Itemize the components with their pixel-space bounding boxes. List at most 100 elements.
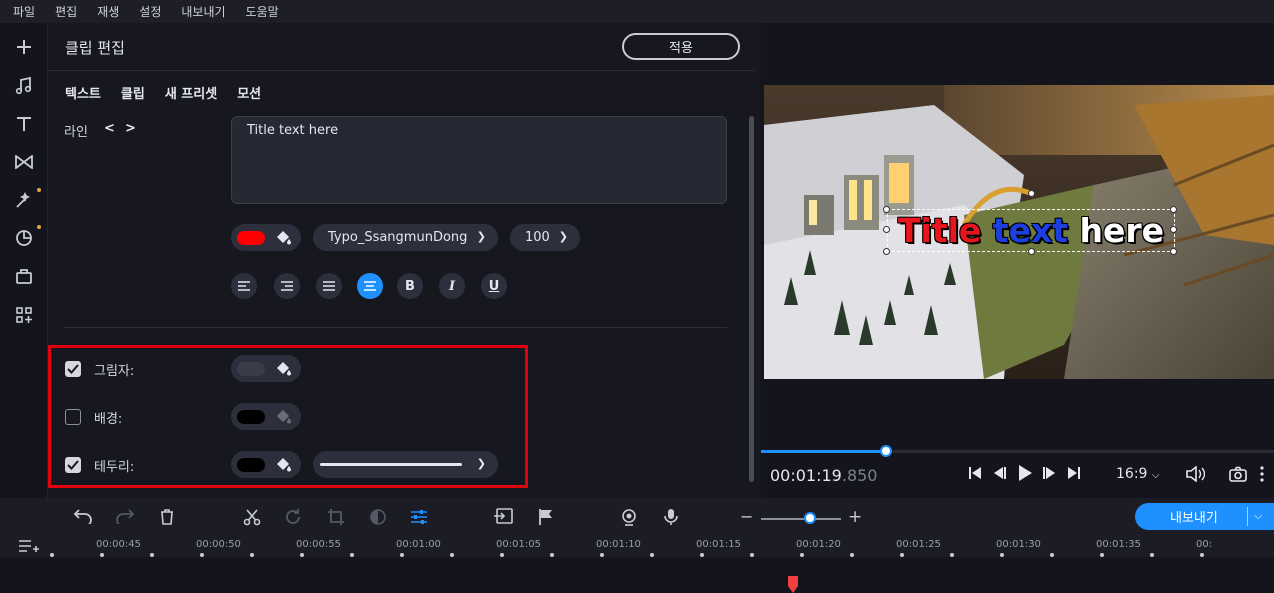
zoom-slider[interactable]: [761, 518, 841, 520]
clip-properties-button[interactable]: [410, 508, 428, 530]
ruler-tick-dot: [850, 553, 854, 557]
align-left-button[interactable]: [231, 273, 257, 299]
record-audio-button[interactable]: [664, 508, 678, 530]
tab-text[interactable]: 텍스트: [65, 83, 101, 102]
zoom-slider-knob[interactable]: [804, 512, 816, 524]
ruler-tick-dot: [350, 553, 354, 557]
ruler-tick-dot: [1100, 553, 1104, 557]
bold-button[interactable]: B: [397, 273, 423, 299]
ruler-tick-dot: [900, 553, 904, 557]
resize-handle[interactable]: [1170, 226, 1177, 233]
next-frame-button[interactable]: [1043, 466, 1057, 484]
tab-clip[interactable]: 클립: [121, 83, 145, 102]
menu-help[interactable]: 도움말: [246, 3, 279, 20]
prev-frame-button[interactable]: [992, 466, 1006, 484]
timecode-ms: .850: [841, 466, 878, 485]
apply-button[interactable]: 적용: [622, 33, 740, 60]
color-adjust-button[interactable]: [369, 508, 387, 530]
zoom-out-button[interactable]: −: [740, 507, 753, 526]
tab-motion[interactable]: 모션: [237, 83, 261, 102]
align-right-button[interactable]: [274, 273, 300, 299]
line-next-button[interactable]: >: [125, 121, 136, 136]
aspect-ratio-dropdown[interactable]: 16:9 ⌵: [1116, 466, 1160, 482]
stickers-icon[interactable]: [14, 228, 34, 248]
shadow-checkbox[interactable]: [65, 361, 81, 377]
menu-edit[interactable]: 편집: [55, 3, 77, 20]
border-label: 테두리:: [94, 460, 135, 475]
snapshot-button[interactable]: [1229, 466, 1247, 486]
more-vertical-icon: [1260, 466, 1264, 482]
camera-icon: [1229, 466, 1247, 482]
align-center-icon: [364, 281, 376, 291]
zoom-in-button[interactable]: +: [848, 507, 862, 527]
border-color-picker[interactable]: [231, 451, 301, 478]
progress-knob[interactable]: [880, 445, 892, 457]
more-icon[interactable]: [14, 305, 34, 325]
contrast-icon: [370, 509, 386, 525]
align-center-button[interactable]: [357, 273, 383, 299]
ruler-tick-dot: [600, 553, 604, 557]
menu-settings[interactable]: 설정: [139, 3, 161, 20]
playhead-marker[interactable]: [788, 576, 798, 593]
shadow-color-picker[interactable]: [231, 355, 301, 382]
paint-bucket-icon: [277, 458, 291, 472]
menu-playback[interactable]: 재생: [97, 3, 119, 20]
chevron-down-icon: ⌵: [1151, 470, 1160, 481]
font-size-dropdown[interactable]: 100 ❯: [510, 224, 580, 251]
volume-button[interactable]: [1185, 465, 1206, 486]
add-track-button[interactable]: [18, 538, 40, 558]
text-icon[interactable]: [14, 114, 34, 134]
marker-button[interactable]: [538, 508, 554, 530]
delete-button[interactable]: [159, 508, 175, 530]
transitions-icon[interactable]: [14, 152, 34, 172]
rotate-button[interactable]: [284, 508, 302, 530]
redo-button[interactable]: [115, 508, 135, 528]
resize-handle[interactable]: [1170, 248, 1177, 255]
align-justify-button[interactable]: [316, 273, 342, 299]
record-webcam-button[interactable]: [620, 508, 638, 530]
rotate-handle[interactable]: [1028, 190, 1035, 197]
playback-progress[interactable]: [761, 445, 1274, 457]
ruler-tick-dot: [1050, 553, 1054, 557]
music-icon[interactable]: [14, 76, 34, 96]
play-button[interactable]: [1017, 464, 1033, 486]
italic-button[interactable]: I: [439, 273, 465, 299]
resize-handle[interactable]: [1170, 206, 1177, 213]
export-button[interactable]: 내보내기 ⌵: [1135, 503, 1274, 530]
font-family-dropdown[interactable]: Typo_SsangmunDong ❯: [313, 224, 498, 251]
menu-bar: 파일 편집 재생 설정 내보내기 도움말: [0, 0, 1274, 23]
timeline-ruler[interactable]: 00:00:45 00:00:50 00:00:55 00:01:00 00:01:05…: [0, 536, 1274, 593]
resize-handle[interactable]: [883, 226, 890, 233]
border-width-dropdown[interactable]: ❯: [313, 451, 498, 478]
title-text-input[interactable]: Title text here: [231, 116, 727, 204]
crop-button[interactable]: [327, 508, 345, 530]
line-label: 라인: [64, 125, 88, 140]
undo-button[interactable]: [73, 508, 93, 528]
chevron-down-icon: ❯: [558, 230, 568, 243]
underline-button[interactable]: U: [481, 273, 507, 299]
menu-file[interactable]: 파일: [13, 3, 35, 20]
skip-start-button[interactable]: [968, 466, 982, 484]
font-color-picker[interactable]: [231, 224, 301, 251]
menu-export[interactable]: 내보내기: [181, 3, 225, 20]
ruler-tick-label: 00:: [1196, 539, 1213, 550]
effects-icon[interactable]: [14, 190, 34, 210]
chevron-down-icon[interactable]: ⌵: [1254, 509, 1262, 523]
resize-handle[interactable]: [1028, 248, 1035, 255]
more-options-button[interactable]: [1259, 466, 1265, 486]
resize-handle[interactable]: [883, 206, 890, 213]
title-selection-box[interactable]: [887, 209, 1175, 252]
border-checkbox[interactable]: [65, 457, 81, 473]
add-icon[interactable]: [14, 37, 34, 57]
cut-button[interactable]: [243, 508, 261, 530]
tab-new-preset[interactable]: 새 프리셋: [165, 83, 217, 102]
insert-icon: [494, 508, 513, 524]
skip-end-button[interactable]: [1067, 466, 1081, 484]
panel-scrollbar[interactable]: [749, 116, 754, 482]
tools-icon[interactable]: [14, 266, 34, 286]
insert-button[interactable]: [493, 508, 513, 530]
background-color-picker[interactable]: [231, 403, 301, 430]
resize-handle[interactable]: [883, 248, 890, 255]
background-checkbox[interactable]: [65, 409, 81, 425]
line-prev-button[interactable]: <: [104, 121, 115, 136]
